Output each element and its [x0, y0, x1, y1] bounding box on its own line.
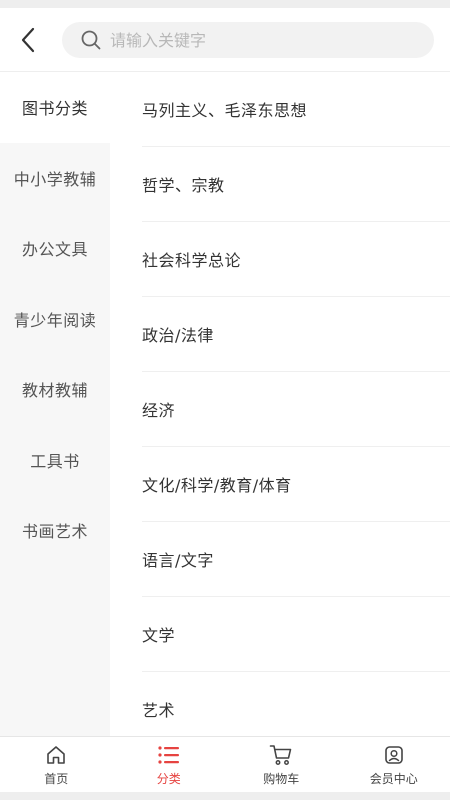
- search-input[interactable]: [110, 30, 410, 50]
- category-item-marxism[interactable]: 马列主义、毛泽东思想: [142, 72, 450, 147]
- category-item-art[interactable]: 艺术: [142, 672, 450, 736]
- status-strip: [0, 0, 450, 8]
- category-list-icon: [157, 743, 181, 767]
- search-box[interactable]: [62, 22, 434, 58]
- category-list: 马列主义、毛泽东思想 哲学、宗教 社会科学总论 政治/法律 经济 文化/科学/教…: [110, 72, 450, 736]
- tab-category-label: 分类: [156, 771, 181, 786]
- header: [0, 8, 450, 72]
- member-icon: [382, 743, 406, 767]
- tab-member-center-label: 会员中心: [369, 771, 418, 786]
- tab-cart-label: 购物车: [263, 771, 300, 786]
- cart-icon: [269, 743, 293, 767]
- sidebar-item-calligraphy-art[interactable]: 书画艺术: [0, 495, 110, 566]
- sidebar-item-reference-books[interactable]: 工具书: [0, 425, 110, 496]
- home-indicator-strip: [0, 792, 450, 800]
- search-icon: [80, 29, 102, 51]
- sidebar-item-k12-tutoring[interactable]: 中小学教辅: [0, 143, 110, 214]
- category-item-language[interactable]: 语言/文字: [142, 522, 450, 597]
- tab-member-center[interactable]: 会员中心: [338, 737, 450, 792]
- tab-home-label: 首页: [44, 771, 69, 786]
- sidebar-item-youth-reading[interactable]: 青少年阅读: [0, 284, 110, 355]
- sidebar: 图书分类 中小学教辅 办公文具 青少年阅读 教材教辅 工具书 书画艺术: [0, 72, 110, 736]
- sidebar-item-office-stationery[interactable]: 办公文具: [0, 213, 110, 284]
- category-item-literature[interactable]: 文学: [142, 597, 450, 672]
- chevron-left-icon: [21, 27, 35, 53]
- category-item-economics[interactable]: 经济: [142, 372, 450, 447]
- category-item-culture-science-education-sports[interactable]: 文化/科学/教育/体育: [142, 447, 450, 522]
- content-area: 图书分类 中小学教辅 办公文具 青少年阅读 教材教辅 工具书 书画艺术 马列主义…: [0, 72, 450, 736]
- category-item-philosophy-religion[interactable]: 哲学、宗教: [142, 147, 450, 222]
- sidebar-item-book-categories[interactable]: 图书分类: [0, 72, 110, 143]
- category-item-politics-law[interactable]: 政治/法律: [142, 297, 450, 372]
- home-icon: [44, 743, 68, 767]
- bottom-tab-bar: 首页 分类 购物车 会员中心: [0, 736, 450, 792]
- tab-cart[interactable]: 购物车: [225, 737, 338, 792]
- back-button[interactable]: [10, 22, 46, 58]
- tab-home[interactable]: 首页: [0, 737, 113, 792]
- sidebar-item-textbooks[interactable]: 教材教辅: [0, 354, 110, 425]
- category-item-social-science[interactable]: 社会科学总论: [142, 222, 450, 297]
- tab-category[interactable]: 分类: [113, 737, 226, 792]
